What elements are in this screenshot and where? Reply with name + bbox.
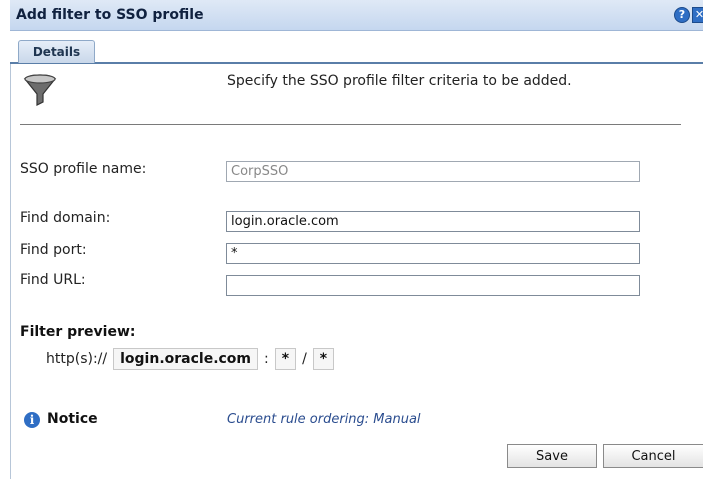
port-label: Find port: bbox=[20, 242, 87, 258]
dialog-title: Add filter to SSO profile bbox=[16, 7, 204, 23]
cancel-button[interactable]: Cancel bbox=[603, 444, 703, 468]
rule-ordering-text: Current rule ordering: Manual bbox=[227, 412, 421, 427]
info-icon: i bbox=[24, 412, 40, 428]
instruction-text: Specify the SSO profile filter criteria … bbox=[227, 73, 572, 89]
filter-preview-title: Filter preview: bbox=[20, 324, 136, 340]
profile-name-label: SSO profile name: bbox=[20, 161, 147, 177]
save-button[interactable]: Save bbox=[507, 444, 597, 468]
preview-slash: / bbox=[302, 351, 307, 367]
notice-label: Notice bbox=[47, 411, 98, 427]
section-divider bbox=[20, 124, 681, 125]
preview-domain: login.oracle.com bbox=[113, 348, 259, 370]
preview-port: * bbox=[274, 348, 297, 370]
domain-field[interactable] bbox=[226, 211, 640, 232]
filter-preview: http(s):// login.oracle.com : * / * bbox=[46, 347, 335, 371]
url-label: Find URL: bbox=[20, 272, 86, 288]
domain-label: Find domain: bbox=[20, 210, 111, 226]
tab-details[interactable]: Details bbox=[18, 40, 95, 63]
preview-path: * bbox=[312, 348, 335, 370]
help-icon[interactable]: ? bbox=[674, 7, 690, 23]
preview-colon: : bbox=[264, 351, 269, 367]
url-field[interactable] bbox=[226, 275, 640, 296]
preview-prefix: http(s):// bbox=[46, 351, 108, 367]
tab-strip: Details bbox=[10, 31, 703, 64]
port-field[interactable] bbox=[226, 243, 640, 264]
funnel-icon bbox=[23, 74, 57, 106]
close-icon[interactable]: ✕ bbox=[692, 7, 703, 23]
dialog-title-bar: Add filter to SSO profile ? ✕ bbox=[10, 0, 703, 31]
profile-name-field bbox=[226, 161, 640, 182]
